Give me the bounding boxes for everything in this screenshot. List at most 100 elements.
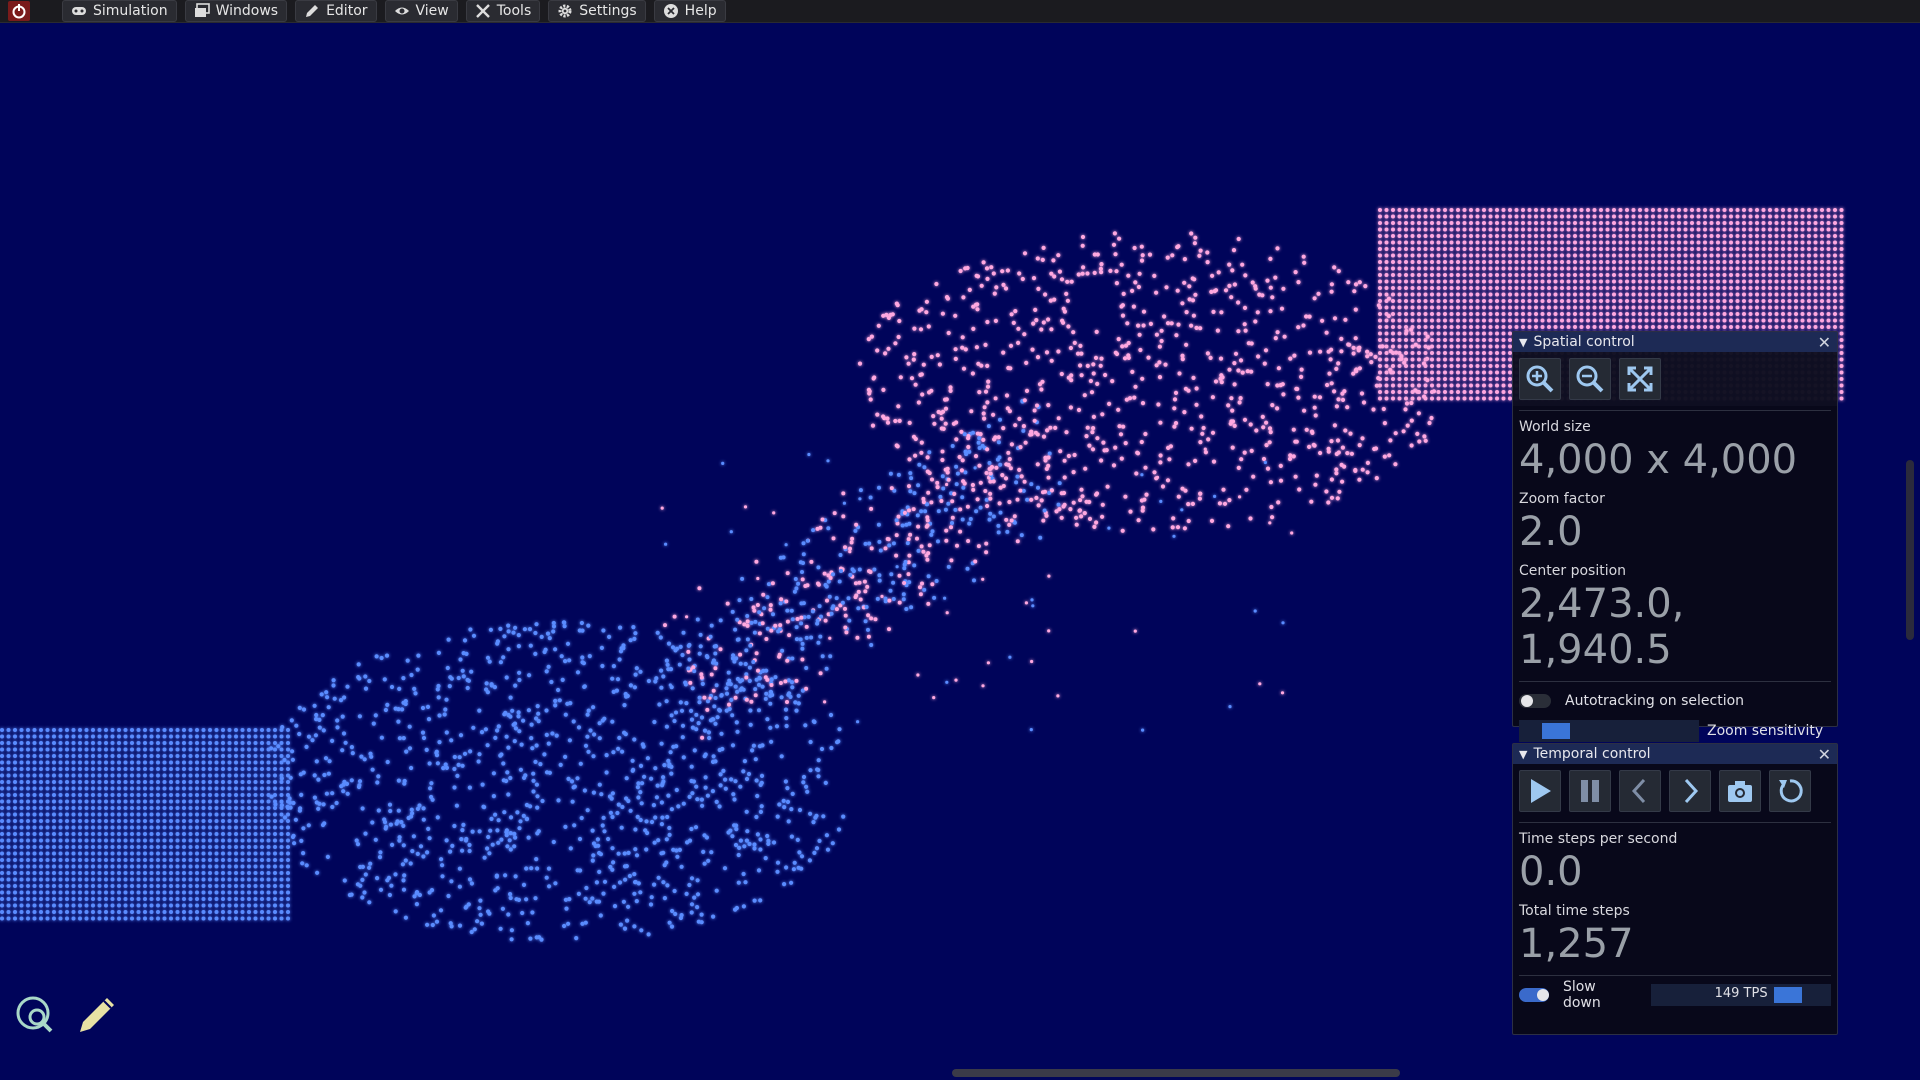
particle bbox=[801, 780, 806, 785]
menu-editor[interactable]: Editor bbox=[295, 0, 377, 22]
particle bbox=[1807, 234, 1811, 238]
particle bbox=[1547, 305, 1551, 310]
particle bbox=[582, 788, 588, 793]
particle bbox=[65, 903, 69, 908]
particle bbox=[1755, 234, 1759, 238]
particle bbox=[665, 662, 670, 667]
particle bbox=[1527, 299, 1532, 303]
particle bbox=[71, 728, 76, 732]
menu-windows[interactable]: Windows bbox=[184, 0, 288, 22]
particle bbox=[1644, 260, 1649, 264]
particle bbox=[1599, 286, 1603, 290]
particle bbox=[240, 812, 245, 817]
particle bbox=[253, 812, 258, 817]
particle bbox=[110, 780, 115, 784]
menu-tools[interactable]: Tools bbox=[465, 0, 541, 22]
particle bbox=[1469, 312, 1473, 316]
particle bbox=[1423, 292, 1428, 297]
particle bbox=[1534, 260, 1538, 264]
particle bbox=[1410, 364, 1415, 368]
particle bbox=[1703, 318, 1707, 323]
particle bbox=[260, 851, 264, 856]
particle bbox=[1664, 299, 1668, 303]
particle bbox=[169, 838, 173, 843]
particle bbox=[340, 714, 345, 719]
particle bbox=[664, 837, 669, 842]
particle bbox=[247, 858, 251, 862]
particle bbox=[652, 719, 657, 725]
particle bbox=[175, 838, 180, 843]
particle bbox=[71, 799, 76, 804]
particle bbox=[19, 773, 24, 778]
particle bbox=[742, 759, 748, 764]
particle bbox=[414, 902, 419, 907]
particle bbox=[32, 897, 37, 901]
particle bbox=[616, 802, 621, 807]
particle bbox=[1566, 279, 1571, 284]
particle bbox=[477, 752, 482, 757]
menu-view[interactable]: View bbox=[384, 0, 458, 22]
particle bbox=[960, 495, 965, 500]
particle bbox=[814, 813, 819, 818]
power-icon[interactable] bbox=[4, 0, 34, 22]
particle bbox=[71, 916, 76, 921]
particle bbox=[1813, 299, 1818, 303]
particle bbox=[310, 738, 315, 743]
particle bbox=[1378, 396, 1382, 401]
particle bbox=[130, 903, 134, 908]
particle bbox=[1612, 312, 1616, 316]
particle bbox=[1592, 227, 1597, 232]
particle bbox=[1729, 221, 1733, 225]
particle bbox=[623, 877, 628, 882]
particle bbox=[583, 896, 588, 901]
particle bbox=[195, 786, 199, 791]
particle bbox=[891, 580, 896, 585]
particle bbox=[699, 675, 704, 680]
particle bbox=[195, 799, 199, 804]
particle bbox=[1495, 318, 1499, 323]
particle bbox=[602, 879, 608, 884]
particle bbox=[104, 838, 108, 843]
particle bbox=[1397, 325, 1402, 329]
particle bbox=[188, 754, 193, 758]
particle bbox=[1820, 214, 1824, 219]
particle bbox=[758, 837, 763, 842]
particle bbox=[653, 766, 658, 771]
particle bbox=[896, 472, 901, 477]
particle bbox=[632, 737, 637, 742]
particle bbox=[182, 728, 186, 732]
particle bbox=[240, 780, 245, 784]
particle bbox=[117, 793, 121, 797]
particle bbox=[110, 773, 115, 778]
particle bbox=[897, 600, 902, 605]
particle bbox=[1514, 214, 1519, 219]
particle bbox=[1456, 234, 1460, 238]
particle bbox=[664, 699, 669, 704]
particle bbox=[143, 767, 147, 771]
particle bbox=[1729, 273, 1733, 277]
particle bbox=[695, 905, 700, 910]
particle bbox=[32, 851, 37, 856]
particle bbox=[1462, 253, 1467, 258]
particle bbox=[1566, 266, 1571, 271]
particle bbox=[761, 592, 766, 597]
particle bbox=[526, 835, 531, 840]
particle bbox=[221, 897, 225, 901]
menu-simulation[interactable]: Simulation bbox=[62, 0, 177, 22]
particle bbox=[110, 845, 115, 849]
particle bbox=[909, 476, 914, 481]
particle bbox=[1839, 240, 1844, 245]
menu-settings[interactable]: Settings bbox=[548, 0, 646, 22]
particle bbox=[227, 897, 232, 901]
particle bbox=[279, 780, 284, 784]
particle bbox=[1436, 240, 1441, 245]
particle bbox=[19, 884, 24, 888]
particle bbox=[1384, 318, 1389, 323]
particle bbox=[1032, 408, 1037, 413]
particle bbox=[1547, 318, 1551, 323]
particle bbox=[805, 538, 810, 543]
particle bbox=[65, 741, 69, 745]
particle bbox=[188, 741, 193, 745]
menu-help[interactable]: Help bbox=[653, 0, 726, 22]
particle bbox=[1696, 221, 1701, 225]
